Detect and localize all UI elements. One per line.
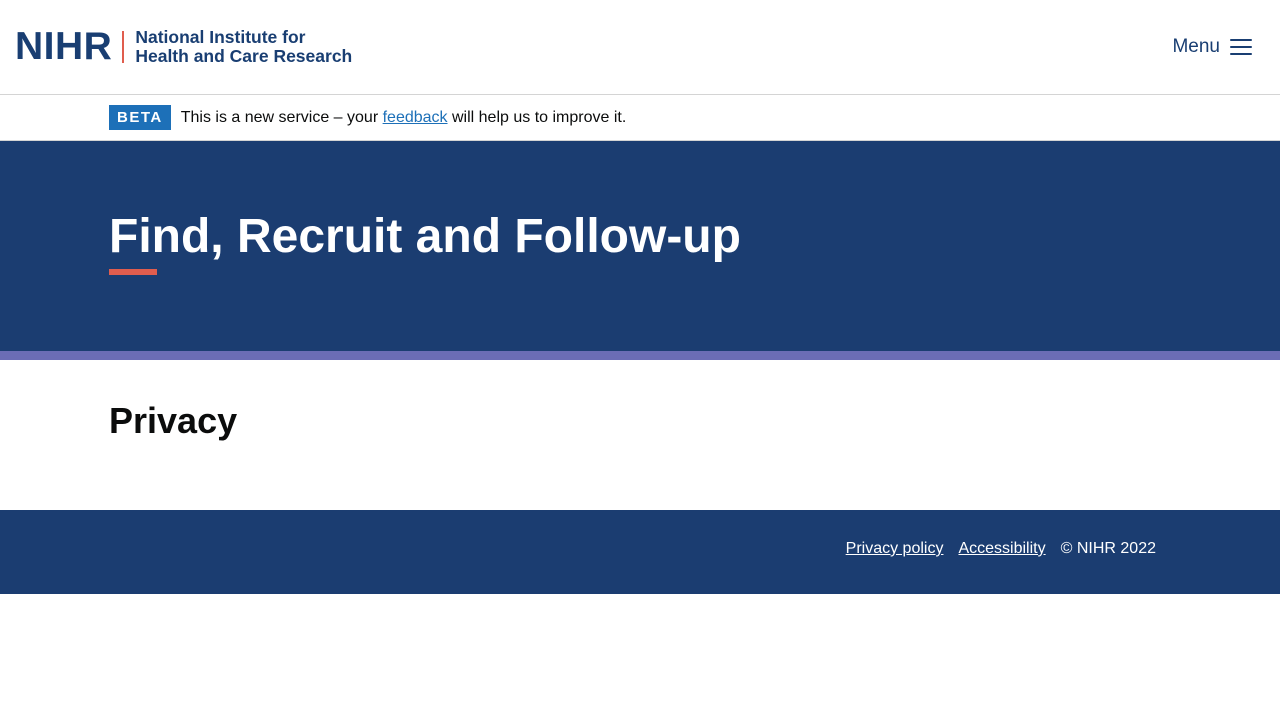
logo-wordmark: National Institute for Health and Care R… xyxy=(135,28,352,66)
site-header: NIHR National Institute for Health and C… xyxy=(0,0,1280,95)
logo-acronym: NIHR xyxy=(15,25,113,68)
title-underline xyxy=(109,269,157,275)
hero-banner: Find, Recruit and Follow-up xyxy=(0,141,1280,351)
service-title: Find, Recruit and Follow-up xyxy=(109,210,741,263)
phase-banner: BETA This is a new service – your feedba… xyxy=(0,95,1280,141)
nihr-logo[interactable]: NIHR National Institute for Health and C… xyxy=(15,25,352,68)
privacy-policy-link[interactable]: Privacy policy xyxy=(846,540,944,558)
footer-links: Privacy policy Accessibility © NIHR 2022 xyxy=(846,540,1156,558)
copyright-text: © NIHR 2022 xyxy=(1060,540,1156,557)
hamburger-icon xyxy=(1230,39,1252,55)
menu-label: Menu xyxy=(1172,36,1220,57)
site-footer: Privacy policy Accessibility © NIHR 2022 xyxy=(0,510,1280,594)
accessibility-link[interactable]: Accessibility xyxy=(958,540,1045,558)
beta-tag: BETA xyxy=(109,105,171,130)
feedback-link[interactable]: feedback xyxy=(383,109,448,126)
accent-stripe xyxy=(0,351,1280,360)
logo-divider xyxy=(122,31,125,63)
page-title: Privacy xyxy=(109,400,238,441)
menu-button[interactable]: Menu xyxy=(1172,36,1252,58)
beta-message: This is a new service – your feedback wi… xyxy=(181,109,627,127)
beta-text-after: will help us to improve it. xyxy=(451,108,627,126)
logo-line-2: Health and Care Research xyxy=(135,46,353,66)
logo-line-1: National Institute for xyxy=(135,27,306,47)
main-content: Privacy xyxy=(0,360,1280,510)
beta-text-before: This is a new service – your xyxy=(180,108,379,126)
